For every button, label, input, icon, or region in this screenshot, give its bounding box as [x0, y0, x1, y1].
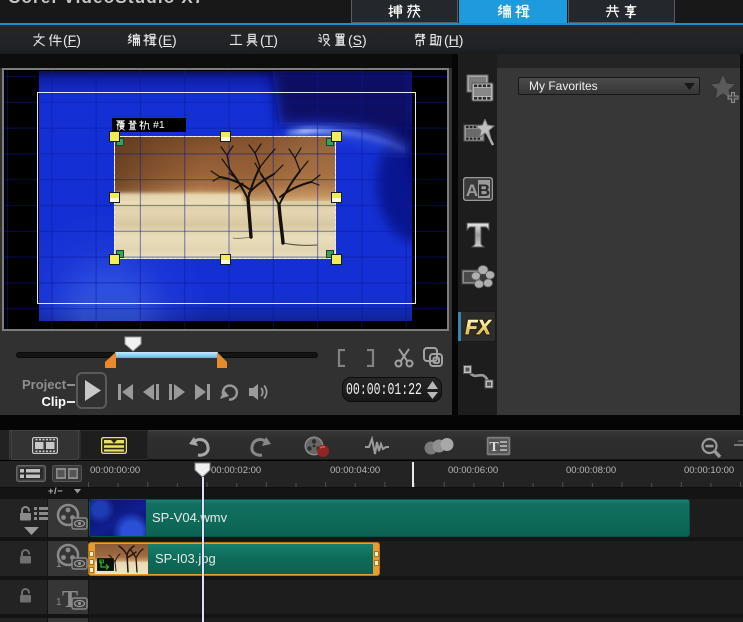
svg-text:T: T — [489, 440, 499, 455]
svg-text:A: A — [466, 181, 478, 200]
svg-text:FX: FX — [465, 317, 492, 339]
svg-text:B: B — [478, 181, 490, 200]
